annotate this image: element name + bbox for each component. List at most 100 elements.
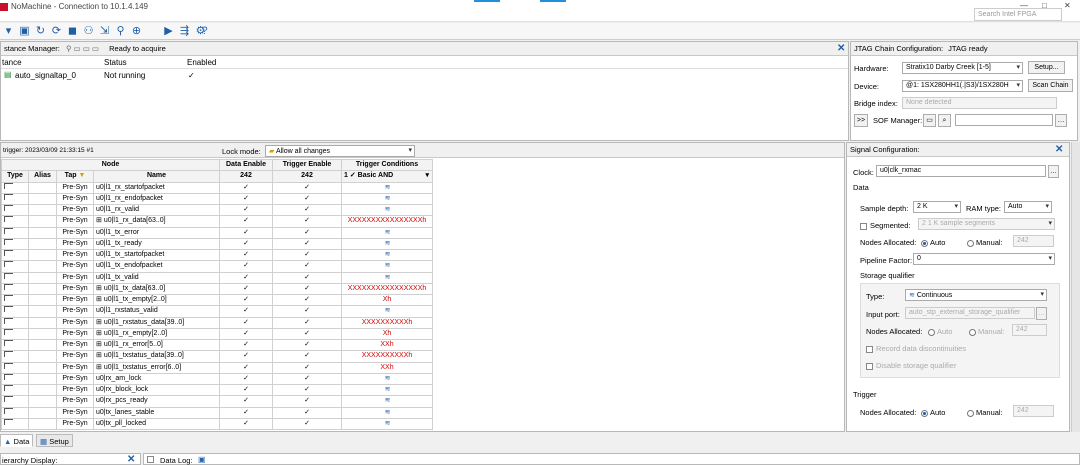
sof-attach-icon[interactable]: ⌕ bbox=[938, 114, 951, 127]
data-enable-count[interactable]: 242 bbox=[219, 170, 273, 183]
ram-type-select[interactable]: Auto bbox=[1004, 201, 1052, 213]
data-enable-checkbox[interactable]: ✓ bbox=[219, 350, 273, 363]
data-enable-checkbox[interactable]: ✓ bbox=[219, 203, 273, 217]
read-data-icon[interactable]: ⚇ bbox=[82, 25, 95, 38]
trigger-enable-checkbox[interactable]: ✓ bbox=[272, 226, 342, 239]
instance-tool-icons[interactable]: ⚲ ▭ ▭ ▭ bbox=[66, 44, 99, 53]
trigger-condition-cell[interactable]: ≋ bbox=[341, 406, 433, 419]
trigger-condition-cell[interactable]: ≋ bbox=[341, 226, 433, 239]
instance-enabled-checkbox[interactable]: ✓ bbox=[188, 71, 195, 80]
clock-browse-button[interactable]: … bbox=[1048, 165, 1059, 178]
alias-cell[interactable] bbox=[28, 372, 57, 386]
scan-chain-button[interactable]: Scan Chain bbox=[1028, 79, 1073, 92]
sof-file-field[interactable] bbox=[955, 114, 1053, 126]
trigger-condition-cell[interactable]: XXXXXXXXXXXXXXXXh bbox=[341, 282, 433, 296]
alias-cell[interactable] bbox=[28, 271, 57, 284]
trigger-enable-checkbox[interactable]: ✓ bbox=[272, 406, 342, 419]
table-row[interactable]: Pre-Syn ⊞ u0|l1_rx_data[63..0] ✓ ✓ XXXXXXXXX… bbox=[1, 215, 433, 228]
close-signal-config-icon[interactable]: ✕ bbox=[1055, 145, 1063, 155]
data-enable-checkbox[interactable]: ✓ bbox=[219, 215, 273, 228]
sof-browse-button[interactable]: … bbox=[1055, 114, 1067, 127]
data-enable-checkbox[interactable]: ✓ bbox=[219, 192, 273, 206]
nodes-auto-radio[interactable]: Auto bbox=[921, 238, 945, 247]
alias-cell[interactable] bbox=[28, 338, 57, 352]
trigger-condition-cell[interactable]: ≋ bbox=[341, 203, 433, 217]
trigger-enable-checkbox[interactable]: ✓ bbox=[272, 350, 342, 363]
table-row[interactable]: Pre-Syn u0|l1_tx_endofpacket ✓ ✓ ≋ bbox=[1, 260, 433, 273]
alias-cell[interactable] bbox=[28, 361, 57, 374]
data-enable-checkbox[interactable]: ✓ bbox=[219, 293, 273, 307]
tab-data[interactable]: ▲ Data bbox=[0, 434, 34, 447]
table-row[interactable]: Pre-Syn u0|l1_tx_error ✓ ✓ ≋ bbox=[1, 226, 433, 239]
trigger-enable-checkbox[interactable]: ✓ bbox=[272, 260, 342, 273]
data-enable-checkbox[interactable]: ✓ bbox=[219, 181, 273, 194]
data-enable-checkbox[interactable]: ✓ bbox=[219, 282, 273, 296]
sample-depth-select[interactable]: 2 K bbox=[913, 201, 961, 213]
pipeline-factor-select[interactable]: 0 bbox=[913, 253, 1055, 265]
table-row[interactable]: Pre-Syn ⊞ u0|l1_rx_empty[2..0] ✓ ✓ Xh bbox=[1, 327, 433, 341]
alias-cell[interactable] bbox=[28, 305, 57, 318]
alias-cell[interactable] bbox=[28, 383, 57, 397]
autorun-icon[interactable]: ⟳ bbox=[50, 25, 63, 38]
trigger-enable-checkbox[interactable]: ✓ bbox=[272, 395, 342, 408]
trigger-manual-radio-dot[interactable] bbox=[967, 409, 974, 417]
data-enable-checkbox[interactable]: ✓ bbox=[219, 316, 273, 329]
trigger-enable-checkbox[interactable]: ✓ bbox=[272, 383, 342, 397]
data-enable-checkbox[interactable]: ✓ bbox=[219, 372, 273, 386]
trigger-enable-checkbox[interactable]: ✓ bbox=[272, 215, 342, 228]
trigger-enable-checkbox[interactable]: ✓ bbox=[272, 338, 342, 352]
data-enable-checkbox[interactable]: ✓ bbox=[219, 361, 273, 374]
trigger-condition-select[interactable]: 1 ✓ Basic AND ▾ bbox=[341, 170, 433, 183]
tab-setup[interactable]: ▦ Setup bbox=[36, 434, 73, 447]
alias-cell[interactable] bbox=[28, 237, 57, 251]
alias-cell[interactable] bbox=[28, 215, 57, 228]
trigger-enable-checkbox[interactable]: ✓ bbox=[272, 305, 342, 318]
move-icon[interactable]: ⊕ bbox=[130, 25, 143, 38]
expand-icon[interactable]: ⊞ bbox=[96, 330, 102, 337]
trigger-enable-checkbox[interactable]: ✓ bbox=[272, 203, 342, 217]
trigger-condition-cell[interactable]: ≋ bbox=[341, 192, 433, 206]
data-log-icon[interactable]: ▣ bbox=[198, 455, 206, 464]
expand-icon[interactable]: ⊞ bbox=[96, 364, 102, 371]
table-row[interactable]: Pre-Syn ⊞ u0|l1_txstatus_error[6..0] ✓ ✓ XXh bbox=[1, 361, 433, 374]
trigger-enable-checkbox[interactable]: ✓ bbox=[272, 237, 342, 251]
alias-cell[interactable] bbox=[28, 417, 57, 431]
run-once-icon[interactable]: ↻ bbox=[34, 25, 47, 38]
col-tap[interactable]: Tap ▼ bbox=[56, 170, 94, 183]
alias-cell[interactable] bbox=[28, 293, 57, 307]
expand-icon[interactable]: ⊞ bbox=[96, 217, 102, 224]
table-row[interactable]: Pre-Syn ⊞ u0|l1_tx_data[63..0] ✓ ✓ XXXXXXXXX… bbox=[1, 282, 433, 296]
data-enable-checkbox[interactable]: ✓ bbox=[219, 338, 273, 352]
trigger-enable-checkbox[interactable]: ✓ bbox=[272, 293, 342, 307]
table-row[interactable]: Pre-Syn u0|l1_tx_startofpacket ✓ ✓ ≋ bbox=[1, 248, 433, 262]
clock-field[interactable]: u0|clk_rxmac bbox=[876, 165, 1046, 177]
lock-mode-select[interactable]: ▰ Allow all changes bbox=[265, 145, 415, 157]
data-enable-checkbox[interactable]: ✓ bbox=[219, 395, 273, 408]
sq-type-select[interactable]: ≋ Continuous bbox=[905, 289, 1047, 301]
expand-icon[interactable]: ⊞ bbox=[96, 296, 102, 303]
alias-cell[interactable] bbox=[28, 316, 57, 329]
alias-cell[interactable] bbox=[28, 395, 57, 408]
trigger-manual-radio[interactable]: Manual: bbox=[967, 408, 1003, 417]
table-row[interactable]: Pre-Syn ⊞ u0|l1_tx_empty[2..0] ✓ ✓ Xh bbox=[1, 293, 433, 307]
instance-row[interactable]: ▤ auto_signaltap_0 Not running ✓ bbox=[1, 70, 848, 82]
table-row[interactable]: Pre-Syn ⊞ u0|l1_txstatus_data[39..0] ✓ ✓ XXX… bbox=[1, 350, 433, 363]
alias-cell[interactable] bbox=[28, 181, 57, 194]
toolbar-dropdown-icon[interactable]: ▾ bbox=[2, 25, 15, 38]
trigger-enable-count[interactable]: 242 bbox=[272, 170, 342, 183]
node-finder-icon[interactable]: ⇲ bbox=[98, 25, 111, 38]
trigger-condition-cell[interactable]: ≋ bbox=[341, 305, 433, 318]
table-row[interactable]: Pre-Syn u0|l1_rx_startofpacket ✓ ✓ ≋ bbox=[1, 181, 433, 194]
expand-icon[interactable]: ⊞ bbox=[96, 285, 102, 292]
step-icon[interactable]: ⇶ bbox=[178, 25, 191, 38]
trigger-condition-cell[interactable]: Xh bbox=[341, 327, 433, 341]
hardware-select[interactable]: Stratix10 Darby Creek [1-5] bbox=[902, 62, 1023, 74]
trigger-condition-cell[interactable]: ≋ bbox=[341, 372, 433, 386]
alias-cell[interactable] bbox=[28, 192, 57, 206]
trigger-enable-checkbox[interactable]: ✓ bbox=[272, 361, 342, 374]
data-enable-checkbox[interactable]: ✓ bbox=[219, 383, 273, 397]
trigger-enable-checkbox[interactable]: ✓ bbox=[272, 316, 342, 329]
expand-icon[interactable]: ⊞ bbox=[96, 319, 102, 326]
close-hierarchy-icon[interactable]: ✕ bbox=[127, 455, 135, 465]
trigger-condition-cell[interactable]: XXXXXXXXXXXXXXXXh bbox=[341, 215, 433, 228]
